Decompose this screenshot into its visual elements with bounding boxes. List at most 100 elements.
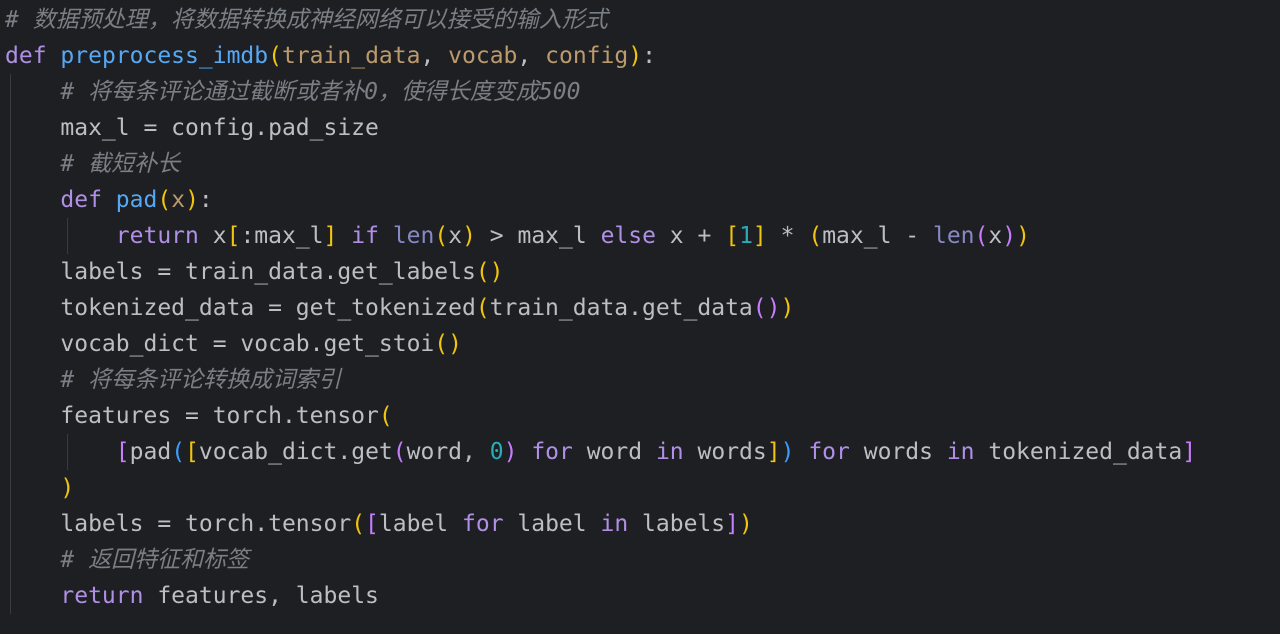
code-token: vocab xyxy=(448,43,518,69)
code-token: x + xyxy=(655,223,726,249)
code-token: x xyxy=(171,187,186,213)
code-token: preprocess_imdb xyxy=(60,43,269,69)
code-token: , xyxy=(420,43,449,69)
code-token: labels = torch.tensor xyxy=(5,511,352,537)
code-token: :max_l xyxy=(240,223,324,249)
code-line[interactable]: vocab_dict = vocab.get_stoi() xyxy=(5,326,462,362)
code-token: ) xyxy=(628,43,643,69)
code-token: () xyxy=(475,259,504,285)
code-token: ] xyxy=(1182,439,1197,465)
code-line[interactable]: labels = torch.tensor([label for label i… xyxy=(5,506,753,542)
code-line[interactable]: # 数据预处理，将数据转换成神经网络可以接受的输入形式 xyxy=(5,2,608,38)
code-token: ( xyxy=(974,223,989,249)
code-line[interactable]: features = torch.tensor( xyxy=(5,398,393,434)
code-token: config xyxy=(545,43,629,69)
code-token: ( xyxy=(157,187,172,213)
code-token: ( xyxy=(808,223,823,249)
code-token: , xyxy=(517,43,546,69)
code-token: len xyxy=(392,223,435,249)
code-token: : xyxy=(642,43,656,69)
code-token: # 截短补长 xyxy=(60,151,181,177)
code-token: def xyxy=(60,187,102,213)
code-token: else xyxy=(600,223,656,249)
code-editor[interactable]: # 数据预处理，将数据转换成神经网络可以接受的输入形式 def preproces… xyxy=(0,0,1280,634)
code-token: x xyxy=(448,223,463,249)
code-token: ] xyxy=(725,511,739,537)
code-token: # 返回特征和标签 xyxy=(60,547,250,573)
code-token: vocab_dict = vocab.get_stoi xyxy=(5,331,435,357)
code-token: ( xyxy=(351,511,366,537)
code-token: for xyxy=(808,439,850,465)
code-token: label xyxy=(378,511,462,537)
code-token: pad xyxy=(115,187,158,213)
code-token: label xyxy=(503,511,601,537)
code-token: ) xyxy=(185,187,199,213)
code-token: ( xyxy=(475,295,490,321)
code-token: x xyxy=(198,223,227,249)
code-line[interactable]: # 将每条评论转换成词索引 xyxy=(5,362,341,398)
code-line[interactable]: def preprocess_imdb(train_data, vocab, c… xyxy=(5,38,656,74)
code-token: ) xyxy=(780,439,795,465)
code-token: vocab_dict.get xyxy=(198,439,393,465)
code-line[interactable]: max_l = config.pad_size xyxy=(5,110,379,146)
code-token: labels xyxy=(628,511,726,537)
code-token: [ xyxy=(725,223,740,249)
code-token: ( xyxy=(392,439,407,465)
code-token: ( xyxy=(268,43,282,69)
code-line[interactable]: return features, labels xyxy=(5,578,379,614)
code-token: max_l - xyxy=(822,223,933,249)
code-token: 0 xyxy=(489,439,504,465)
code-token: > max_l xyxy=(475,223,601,249)
code-token: [ xyxy=(115,439,130,465)
code-token: x xyxy=(988,223,1003,249)
code-token: () xyxy=(752,295,781,321)
code-line[interactable]: # 将每条评论通过截断或者补0，使得长度变成500 xyxy=(5,74,580,110)
code-token: # 数据预处理，将数据转换成神经网络可以接受的输入形式 xyxy=(5,7,608,33)
code-token: ) xyxy=(503,439,518,465)
code-line[interactable]: tokenized_data = get_tokenized(train_dat… xyxy=(5,290,794,326)
code-line[interactable]: [pad([vocab_dict.get(word, 0) for word i… xyxy=(5,434,1196,470)
code-token: in xyxy=(946,439,975,465)
code-token: for xyxy=(462,511,504,537)
code-token: # 将每条评论转换成词索引 xyxy=(60,367,342,393)
code-token: tokenized_data = get_tokenized xyxy=(5,295,476,321)
code-token: len xyxy=(932,223,975,249)
code-line[interactable]: # 截短补长 xyxy=(5,146,180,182)
code-token: word, xyxy=(406,439,490,465)
code-line[interactable]: def pad(x): xyxy=(5,182,213,218)
code-token: ) xyxy=(1002,223,1017,249)
code-token: () xyxy=(434,331,462,357)
code-line[interactable]: # 返回特征和标签 xyxy=(5,542,249,578)
code-line[interactable]: return x[:max_l] if len(x) > max_l else … xyxy=(5,218,1030,254)
code-token: words xyxy=(683,439,767,465)
code-token: for xyxy=(531,439,573,465)
code-token: # 将每条评论通过截断或者补0，使得长度变成500 xyxy=(60,79,581,105)
code-token: ( xyxy=(434,223,449,249)
code-token: [ xyxy=(185,439,199,465)
code-token: train_data xyxy=(281,43,421,69)
code-token: tokenized_data xyxy=(974,439,1183,465)
code-token: in xyxy=(655,439,684,465)
code-token: ( xyxy=(171,439,186,465)
code-token: ) xyxy=(462,223,476,249)
code-token: [ xyxy=(226,223,241,249)
code-token: if xyxy=(351,223,379,249)
code-line[interactable]: labels = train_data.get_labels() xyxy=(5,254,504,290)
code-token: ( xyxy=(378,403,393,429)
code-token: train_data.get_data xyxy=(489,295,753,321)
code-token: def xyxy=(5,43,47,69)
code-token: ) xyxy=(738,511,753,537)
code-token: : xyxy=(198,187,213,213)
code-token: ] xyxy=(752,223,767,249)
code-line[interactable]: ) xyxy=(5,470,74,506)
